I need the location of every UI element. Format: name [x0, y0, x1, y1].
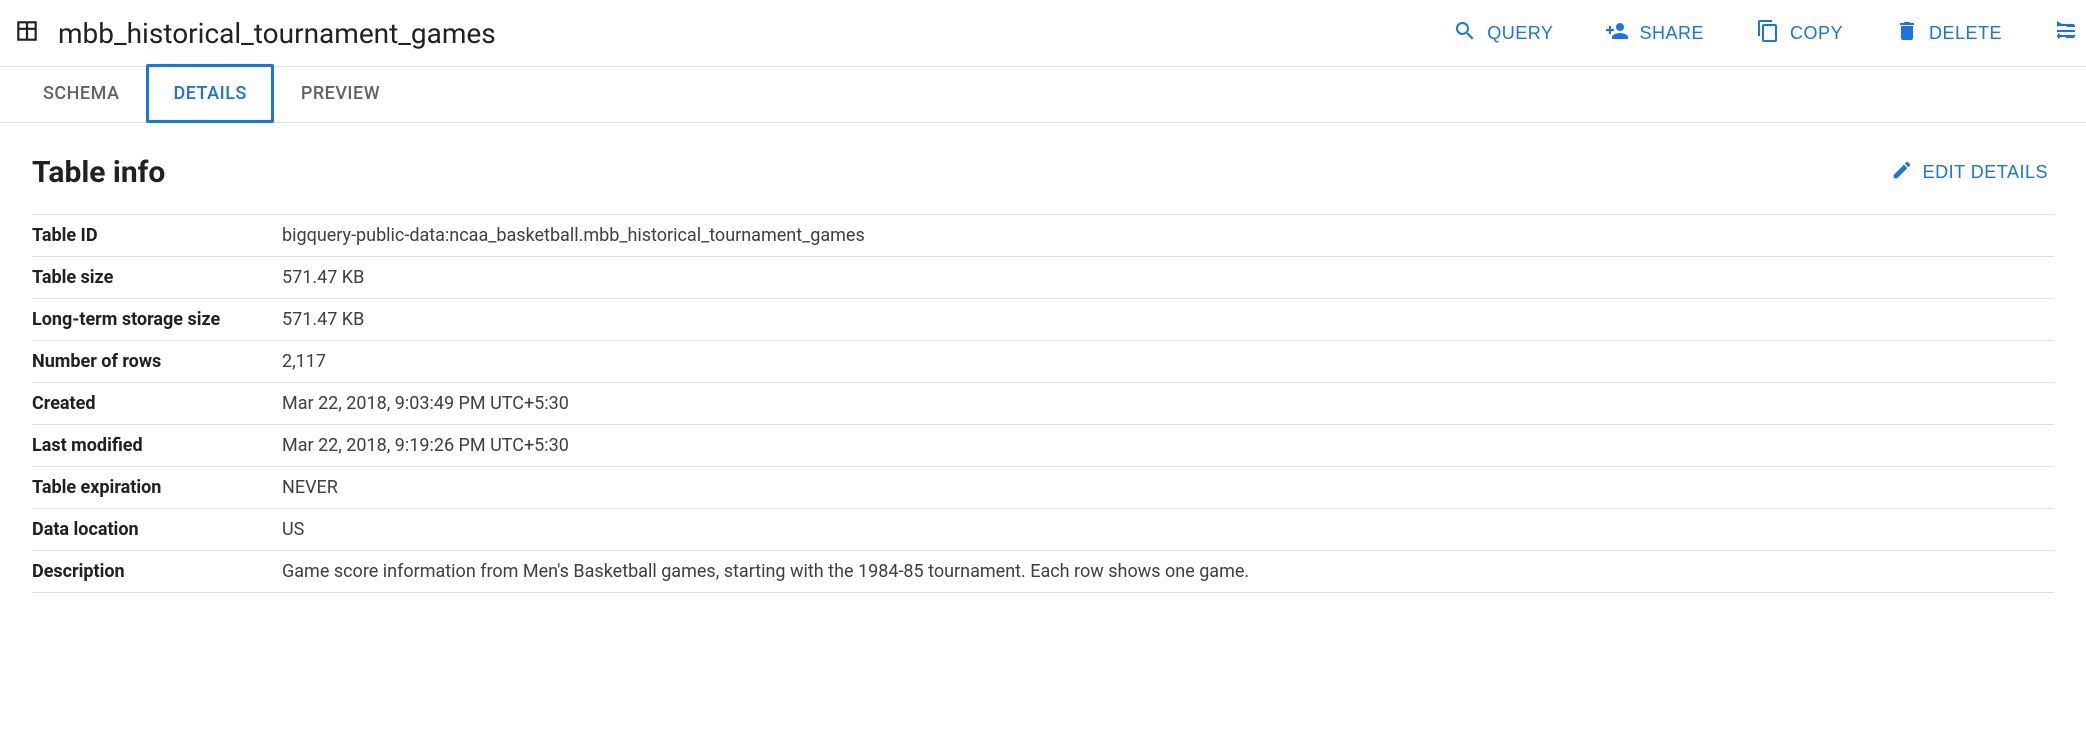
share-button[interactable]: SHARE: [1599, 15, 1710, 52]
info-row: Last modifiedMar 22, 2018, 9:19:26 PM UT…: [32, 425, 2054, 467]
info-row: DescriptionGame score information from M…: [32, 551, 2054, 593]
info-value: Mar 22, 2018, 9:03:49 PM UTC+5:30: [282, 383, 2054, 425]
info-row: Table expirationNEVER: [32, 467, 2054, 509]
edit-details-label: EDIT DETAILS: [1923, 162, 2048, 183]
info-row: Data locationUS: [32, 509, 2054, 551]
info-key: Data location: [32, 509, 282, 551]
copy-label: COPY: [1790, 23, 1843, 44]
info-value: 2,117: [282, 341, 2054, 383]
search-icon: [1453, 19, 1477, 48]
section-title: Table info: [32, 155, 165, 190]
tab-preview[interactable]: PREVIEW: [274, 64, 407, 123]
info-value: US: [282, 509, 2054, 551]
info-key: Created: [32, 383, 282, 425]
query-button[interactable]: QUERY: [1447, 15, 1559, 52]
copy-icon: [1756, 19, 1780, 48]
info-value: Game score information from Men's Basket…: [282, 551, 2054, 593]
info-row: Table size571.47 KB: [32, 257, 2054, 299]
tab-schema[interactable]: SCHEMA: [16, 64, 146, 123]
edit-details-button[interactable]: EDIT DETAILS: [1885, 158, 2054, 187]
pencil-icon: [1891, 159, 1913, 186]
info-key: Table size: [32, 257, 282, 299]
tab-bar: SCHEMA DETAILS PREVIEW: [0, 67, 2086, 123]
trash-icon: [1895, 19, 1919, 48]
info-row: Table IDbigquery-public-data:ncaa_basket…: [32, 215, 2054, 257]
copy-button[interactable]: COPY: [1750, 15, 1849, 52]
query-label: QUERY: [1487, 23, 1553, 44]
content: Table info EDIT DETAILS Table IDbigquery…: [0, 123, 2086, 593]
header-left: mbb_historical_tournament_games: [14, 17, 496, 50]
section-header: Table info EDIT DETAILS: [32, 155, 2054, 214]
table-info: Table IDbigquery-public-data:ncaa_basket…: [32, 214, 2054, 593]
info-key: Last modified: [32, 425, 282, 467]
info-key: Number of rows: [32, 341, 282, 383]
info-row: Number of rows2,117: [32, 341, 2054, 383]
info-value: Mar 22, 2018, 9:19:26 PM UTC+5:30: [282, 425, 2054, 467]
tab-details[interactable]: DETAILS: [146, 64, 273, 123]
delete-label: DELETE: [1929, 23, 2002, 44]
info-value: 571.47 KB: [282, 299, 2054, 341]
info-row: CreatedMar 22, 2018, 9:03:49 PM UTC+5:30: [32, 383, 2054, 425]
info-value: NEVER: [282, 467, 2054, 509]
info-row: Long-term storage size571.47 KB: [32, 299, 2054, 341]
overflow-icon: [2054, 19, 2078, 48]
share-label: SHARE: [1639, 23, 1704, 44]
page-title: mbb_historical_tournament_games: [58, 17, 496, 50]
info-value: bigquery-public-data:ncaa_basketball.mbb…: [282, 215, 2054, 257]
info-key: Long-term storage size: [32, 299, 282, 341]
info-value: 571.47 KB: [282, 257, 2054, 299]
info-key: Table ID: [32, 215, 282, 257]
delete-button[interactable]: DELETE: [1889, 15, 2008, 52]
page-header: mbb_historical_tournament_games QUERY SH…: [0, 0, 2086, 67]
info-key: Table expiration: [32, 467, 282, 509]
person-add-icon: [1605, 19, 1629, 48]
header-actions: QUERY SHARE COPY DELETE: [1447, 15, 2086, 52]
info-key: Description: [32, 551, 282, 593]
overflow-button[interactable]: [2048, 15, 2078, 52]
table-icon: [14, 18, 40, 48]
